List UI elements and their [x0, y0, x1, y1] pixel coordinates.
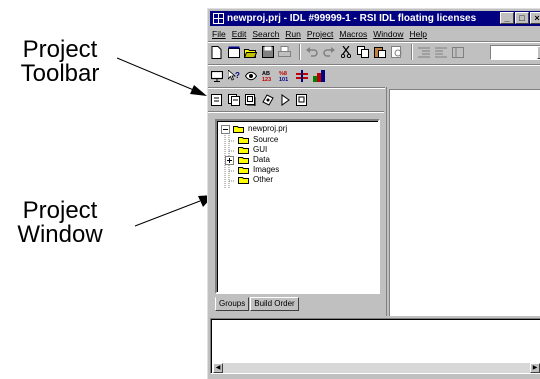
- tree-item-label: GUI: [253, 145, 268, 154]
- app-icon: [213, 13, 224, 24]
- eye-icon[interactable]: [244, 70, 257, 83]
- monitor-icon[interactable]: [210, 70, 223, 83]
- svg-text:123: 123: [262, 77, 271, 82]
- toolbar-arrow-head: [190, 85, 207, 96]
- tree-item-images[interactable]: Images: [238, 165, 279, 175]
- cut-icon[interactable]: [339, 46, 352, 59]
- numbers-icon[interactable]: %8 101: [278, 70, 291, 83]
- close-button[interactable]: ×: [530, 12, 540, 24]
- toolbar-arrow-line: [116, 57, 197, 92]
- print-icon[interactable]: [278, 46, 291, 59]
- indent-icon[interactable]: [417, 46, 430, 59]
- second-toolbar: ? AB 123 %8 101: [210, 66, 329, 86]
- folder-icon: [238, 167, 249, 174]
- folder-icon: [238, 177, 249, 184]
- menu-bar: File Edit Search Run Project Macros Wind…: [212, 27, 427, 41]
- new-file-icon[interactable]: [210, 45, 223, 59]
- project-toolbar: [210, 90, 312, 110]
- divider: [208, 87, 385, 89]
- palette-icon[interactable]: [312, 70, 325, 83]
- title-bar[interactable]: newproj.prj - IDL #99999-1 - RSI IDL flo…: [210, 11, 540, 26]
- help-pointer-icon[interactable]: ?: [227, 70, 240, 83]
- window-title: newproj.prj - IDL #99999-1 - RSI IDL flo…: [227, 13, 477, 24]
- idl-window: newproj.prj - IDL #99999-1 - RSI IDL flo…: [207, 8, 540, 379]
- menu-project[interactable]: Project: [307, 27, 333, 41]
- folder-icon: [238, 147, 249, 154]
- menu-macros[interactable]: Macros: [339, 27, 367, 41]
- paste-icon[interactable]: [373, 46, 386, 59]
- project-build-icon[interactable]: [261, 94, 274, 107]
- window-arrow-line: [134, 200, 201, 227]
- tree-item-label: Other: [253, 175, 274, 184]
- divider: [208, 111, 384, 113]
- tab-groups[interactable]: Groups: [215, 297, 250, 311]
- menu-help[interactable]: Help: [409, 27, 426, 41]
- new-project-icon[interactable]: [227, 46, 240, 59]
- tab-build-order[interactable]: Build Order: [250, 297, 299, 311]
- toolbar-combo-box[interactable]: ▼: [490, 45, 540, 60]
- menu-window[interactable]: Window: [373, 27, 403, 41]
- open-icon[interactable]: [244, 46, 257, 59]
- tree-item-source[interactable]: Source: [238, 135, 278, 145]
- svg-text:101: 101: [279, 77, 288, 82]
- collapse-icon[interactable]: [221, 124, 230, 134]
- project-tabs: Groups Build Order: [215, 297, 300, 311]
- menu-edit[interactable]: Edit: [232, 27, 247, 41]
- scroll-right-icon[interactable]: ▶: [530, 363, 540, 373]
- maximize-button[interactable]: □: [515, 12, 529, 24]
- expand-icon[interactable]: [225, 155, 234, 165]
- tree-item-gui[interactable]: GUI: [238, 145, 267, 155]
- tree-item-other[interactable]: Other: [238, 175, 273, 185]
- menu-run[interactable]: Run: [285, 27, 301, 41]
- editor-area[interactable]: [389, 89, 540, 316]
- copy-icon[interactable]: [356, 46, 369, 59]
- menu-file[interactable]: File: [212, 27, 226, 41]
- folder-icon: [233, 126, 244, 133]
- toolbar-separator: [299, 44, 301, 60]
- folder-icon: [238, 157, 249, 164]
- svg-text:?: ?: [235, 71, 240, 80]
- tree-item-label: Source: [253, 135, 279, 144]
- project-add-icon[interactable]: [227, 94, 240, 107]
- project-new-icon[interactable]: [210, 94, 223, 107]
- toolbar-separator: [411, 44, 413, 60]
- tree-item-label: Data: [253, 155, 270, 164]
- project-window: newproj.prj Source GUI Data Images Other…: [210, 115, 385, 317]
- outdent-icon[interactable]: [434, 46, 447, 59]
- ab-icon[interactable]: AB 123: [261, 70, 274, 83]
- project-files-icon[interactable]: [244, 94, 257, 107]
- comment-icon[interactable]: [451, 46, 464, 59]
- tree-root[interactable]: newproj.prj: [221, 124, 287, 134]
- undo-icon[interactable]: [305, 46, 318, 59]
- scroll-left-icon[interactable]: ◀: [213, 363, 223, 373]
- project-run-icon[interactable]: [278, 94, 291, 107]
- folder-icon: [238, 137, 249, 144]
- horizontal-scrollbar[interactable]: ◀ ▶: [213, 363, 540, 373]
- window-controls: _ □ ×: [500, 12, 540, 24]
- find-icon[interactable]: [390, 46, 403, 59]
- minimize-button[interactable]: _: [500, 12, 514, 24]
- chart-icon[interactable]: [295, 70, 308, 83]
- tree-item-data[interactable]: Data: [225, 155, 270, 165]
- tree-root-label: newproj.prj: [248, 124, 288, 133]
- project-props-icon[interactable]: [295, 94, 308, 107]
- tree-item-label: Images: [253, 165, 280, 174]
- save-icon[interactable]: [261, 46, 274, 59]
- redo-icon[interactable]: [322, 46, 335, 59]
- project-tree[interactable]: newproj.prj Source GUI Data Images Other: [215, 119, 380, 294]
- output-log[interactable]: ◀ ▶: [210, 318, 540, 374]
- menu-search[interactable]: Search: [252, 27, 279, 41]
- standard-toolbar: [210, 42, 468, 62]
